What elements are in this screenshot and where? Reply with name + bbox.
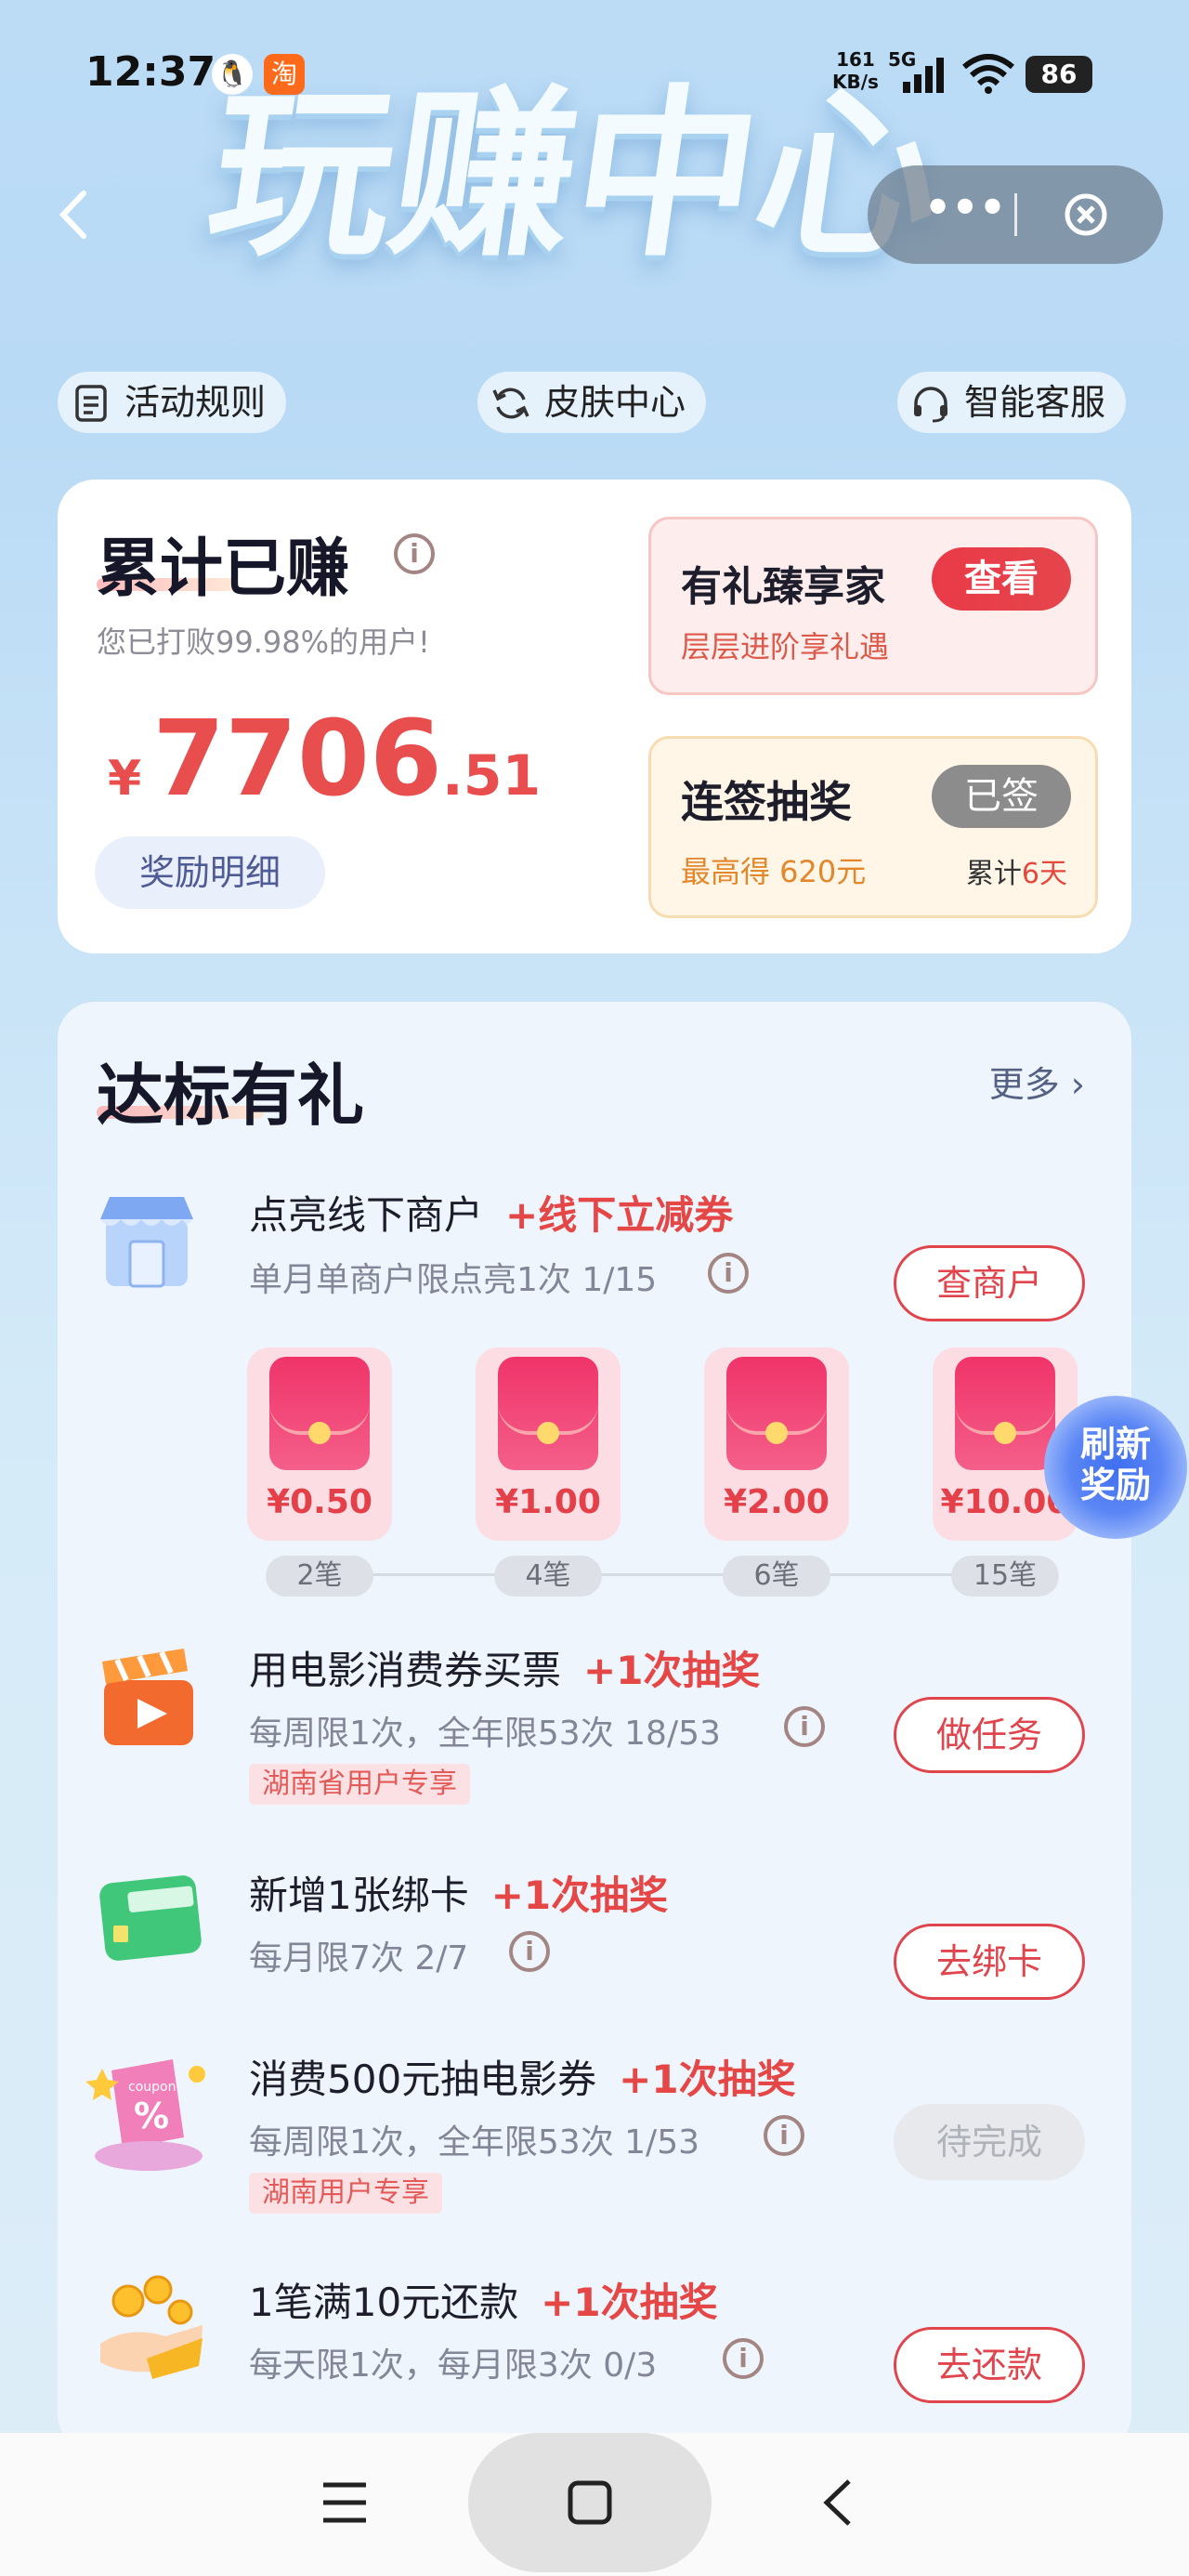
system-nav-bar [0, 2433, 1189, 2576]
coin-hand-icon [100, 2275, 203, 2379]
back-arrow-icon[interactable] [46, 182, 102, 247]
task-name: 消费500元抽电影券 +1次抽奖 [249, 2057, 796, 2102]
task-limit: 单月单商户限点亮1次 1/15 [249, 1261, 658, 1299]
task-limit: 每周限1次，全年限53次 18/53 [249, 1715, 721, 1753]
film-clapper-icon [102, 1649, 193, 1745]
info-icon[interactable]: i [764, 2115, 804, 2156]
earnings-title: 累计已赚 [97, 532, 350, 606]
bank-card-icon [99, 1875, 202, 1961]
sign-in-max-reward: 最高得 620元 [681, 854, 867, 889]
repay-button[interactable]: 去还款 [894, 2327, 1085, 2403]
mini-program-capsule: ••• [868, 165, 1163, 264]
red-envelope-icon [726, 1357, 827, 1470]
capsule-divider [1014, 193, 1017, 236]
more-link[interactable]: 更多 › [989, 1056, 1085, 1107]
red-packet[interactable]: ¥2.00 [704, 1347, 849, 1541]
document-icon [75, 385, 107, 422]
refresh-icon [492, 388, 529, 419]
red-packet[interactable]: ¥0.50 [247, 1347, 392, 1541]
progress-line [281, 1573, 968, 1576]
check-merchant-button[interactable]: 查商户 [894, 1245, 1085, 1321]
earnings-amount: ¥7706.51 [108, 699, 542, 820]
info-icon[interactable]: i [723, 2338, 764, 2379]
step-label: 6笔 [723, 1556, 830, 1597]
rewards-card: 达标有礼 更多 › 点亮线下商户 +线下立减券 单月单商户限点亮1次 1/15 i… [58, 1002, 1131, 2451]
back-icon[interactable] [817, 2476, 858, 2530]
coupon-icon: coupon % [85, 2059, 205, 2171]
sign-in-days: 累计6天 [965, 858, 1067, 890]
region-tag: 湖南用户专享 [249, 2173, 442, 2214]
smart-service-link[interactable]: 智能客服 [897, 372, 1127, 433]
task-limit: 每月限7次 2/7 [249, 1939, 469, 1978]
view-button[interactable]: 查看 [932, 547, 1071, 611]
page-title: 玩赚中心 [196, 70, 955, 282]
sign-in-title: 连签抽奖 [681, 777, 852, 827]
earnings-card: 累计已赚 i 您已打败99.98%的用户! ¥7706.51 奖励明细 有礼臻享… [58, 480, 1131, 953]
storefront-icon [100, 1197, 193, 1288]
status-time: 12:37 [85, 48, 216, 96]
task-name: 用电影消费券买票 +1次抽奖 [249, 1648, 761, 1693]
task-name: 新增1张绑卡 +1次抽奖 [249, 1873, 669, 1918]
task-name: 点亮线下商户 +线下立减券 [249, 1192, 734, 1238]
task-limit: 每天限1次，每月限3次 0/3 [249, 2346, 658, 2385]
info-icon[interactable]: i [708, 1253, 749, 1294]
refresh-rewards-button[interactable]: 刷新 奖励 [1044, 1396, 1187, 1539]
vip-subtitle: 层层进阶享礼遇 [681, 629, 890, 664]
svg-text:%: % [134, 2096, 169, 2136]
svg-text:coupon: coupon [128, 2080, 176, 2095]
home-button[interactable] [468, 2433, 712, 2572]
info-icon[interactable]: i [509, 1931, 550, 1972]
earnings-subtitle: 您已打败99.98%的用户! [97, 624, 430, 660]
more-options-button[interactable]: ••• [914, 184, 1016, 245]
info-icon[interactable]: i [784, 1706, 825, 1747]
battery-indicator: 86 [1026, 56, 1092, 93]
do-task-button[interactable]: 做任务 [894, 1697, 1085, 1773]
step-label: 2笔 [266, 1556, 373, 1597]
red-envelope-icon [955, 1357, 1055, 1470]
bind-card-button[interactable]: 去绑卡 [894, 1924, 1085, 2000]
task-limit: 每周限1次，全年限53次 1/53 [249, 2123, 699, 2162]
activity-rules-link[interactable]: 活动规则 [58, 372, 287, 433]
red-envelope-icon [498, 1357, 598, 1470]
info-icon[interactable]: i [394, 533, 435, 574]
vip-title: 有礼臻享家 [681, 563, 885, 611]
signed-button[interactable]: 已签 [932, 765, 1071, 828]
wifi-icon [962, 54, 1014, 94]
region-tag: 湖南省用户专享 [249, 1764, 470, 1805]
headset-icon [914, 387, 947, 423]
step-label: 15笔 [951, 1556, 1059, 1597]
red-packet[interactable]: ¥1.00 [476, 1347, 621, 1541]
task-name: 1笔满10元还款 +1次抽奖 [249, 2280, 718, 2325]
red-envelope-icon [269, 1357, 370, 1470]
reward-detail-button[interactable]: 奖励明细 [95, 836, 325, 909]
skin-center-link[interactable]: 皮肤中心 [477, 372, 707, 433]
sign-in-lottery-box[interactable]: 连签抽奖 已签 最高得 620元 累计6天 [648, 736, 1098, 918]
home-square-icon [568, 2480, 612, 2525]
step-label: 4笔 [494, 1556, 602, 1597]
rewards-title: 达标有礼 [97, 1057, 365, 1135]
pending-button[interactable]: 待完成 [894, 2104, 1085, 2180]
vip-club-box[interactable]: 有礼臻享家 查看 层层进阶享礼遇 [648, 517, 1098, 695]
close-icon[interactable] [1063, 191, 1109, 238]
menu-icon[interactable] [320, 2479, 370, 2526]
